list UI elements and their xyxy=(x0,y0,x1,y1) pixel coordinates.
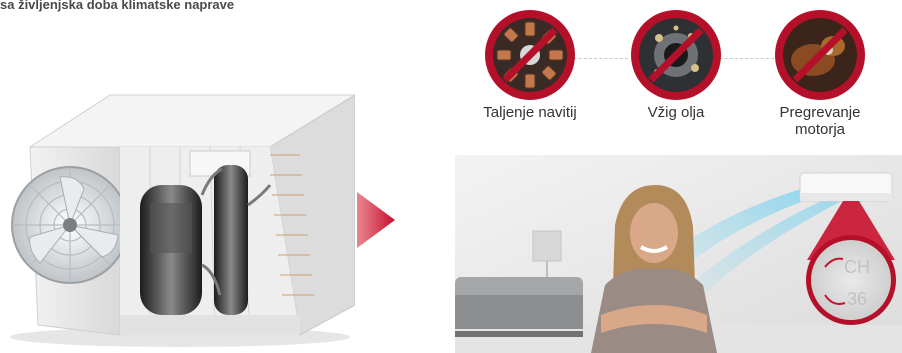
problem-label: Pregrevanje motorja xyxy=(779,104,861,138)
problem-motor-overheat: Pregrevanje motorja xyxy=(760,8,880,138)
motor-overheat-icon xyxy=(775,10,865,100)
problem-label: Vžig olja xyxy=(647,104,705,121)
outdoor-unit-illustration xyxy=(10,94,355,347)
problem-oil-ignition: Vžig olja xyxy=(616,8,736,121)
page-heading: sa življenjska doba klimatske naprave xyxy=(0,0,235,12)
problem-label: Taljenje navitij xyxy=(483,104,577,121)
problem-icons-row: Taljenje navitij Vžig olja Pregrevanje m… xyxy=(470,0,870,150)
room-photo: CH 36 xyxy=(455,155,902,353)
display-bottom-text: 36 xyxy=(847,289,867,309)
oil-ignition-icon xyxy=(631,10,721,100)
arrow-right-icon xyxy=(357,192,395,248)
sofa xyxy=(455,277,583,337)
problem-melted-coil: Taljenje navitij xyxy=(470,8,590,121)
display-top-text: CH xyxy=(844,257,870,277)
display-lens: CH 36 xyxy=(806,235,896,325)
melted-coil-icon xyxy=(485,10,575,100)
